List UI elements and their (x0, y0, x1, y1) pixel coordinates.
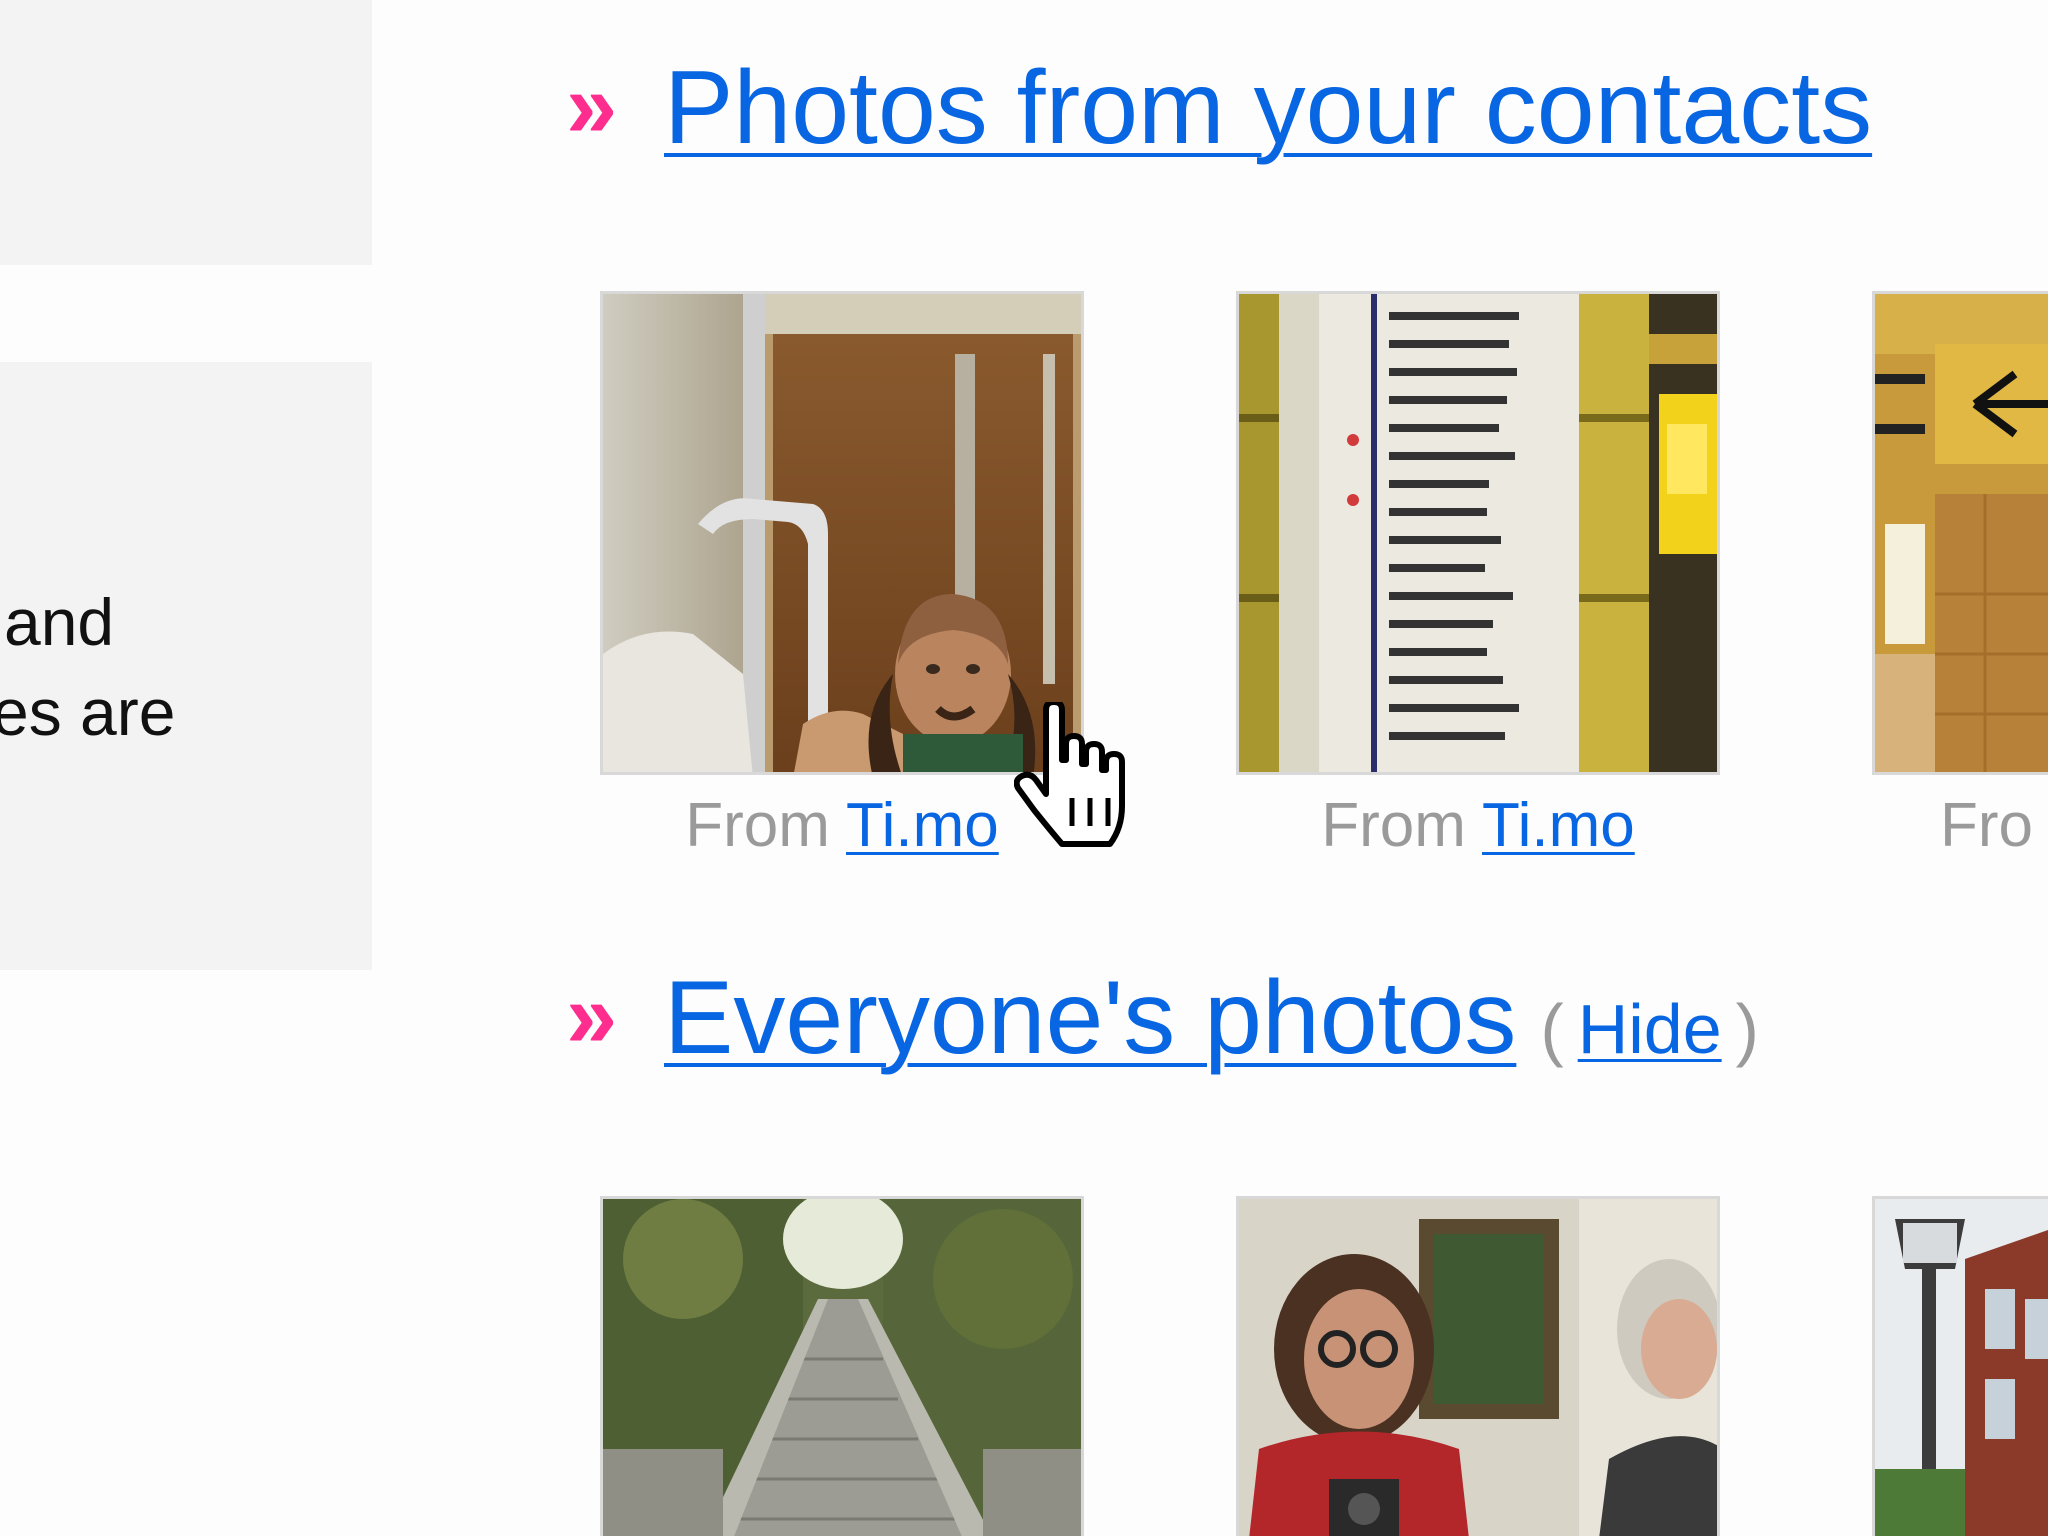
photo-caption: Fro (1940, 790, 2048, 861)
photo-arrow-sign (1875, 294, 2048, 772)
contact-photo-3[interactable] (1872, 291, 2048, 775)
caption-from: Fro (1940, 791, 2033, 860)
sidebar-text-line: es are (0, 675, 176, 749)
photo-lamp-post (1875, 1199, 2048, 1536)
raquo-icon: » (566, 965, 618, 1067)
sidebar-panel-top (0, 0, 372, 265)
everyone-photos-link[interactable]: Everyone's photos (664, 960, 1516, 1076)
everyone-photo-3[interactable] (1872, 1196, 2048, 1536)
photo-caption: From Ti.mo (600, 790, 1084, 861)
photo-caption: From Ti.mo (1236, 790, 1720, 861)
hand-cursor-icon (1014, 702, 1126, 848)
everyone-photo-2[interactable] (1236, 1196, 1720, 1536)
caption-from: From (685, 791, 830, 860)
hide-link[interactable]: Hide (1578, 990, 1722, 1068)
contact-photo-1[interactable] (600, 291, 1084, 775)
hide-control: (Hide) (1540, 990, 1759, 1068)
photo-station-sign (1239, 294, 1717, 772)
sidebar-text: and es are (0, 577, 192, 757)
contact-user-link[interactable]: Ti.mo (1482, 791, 1635, 860)
photo-people-camera (1239, 1199, 1717, 1536)
hide-open-paren: ( (1540, 990, 1564, 1068)
contact-user-link[interactable]: Ti.mo (846, 791, 999, 860)
contacts-section-heading: » Photos from your contacts (566, 56, 1872, 160)
caption-from: From (1321, 791, 1466, 860)
sidebar-text-line: and (4, 585, 115, 659)
everyone-section-heading: » Everyone's photos(Hide) (566, 966, 1759, 1070)
raquo-icon: » (566, 55, 618, 157)
contacts-photos-link[interactable]: Photos from your contacts (664, 50, 1872, 166)
photo-stairs (603, 1199, 1081, 1536)
everyone-photo-1[interactable] (600, 1196, 1084, 1536)
hide-close-paren: ) (1735, 990, 1759, 1068)
contact-photo-2[interactable] (1236, 291, 1720, 775)
photo-subway-man (603, 294, 1081, 772)
flickr-home-page: and es are » Photos from your contacts F… (0, 0, 2048, 1536)
